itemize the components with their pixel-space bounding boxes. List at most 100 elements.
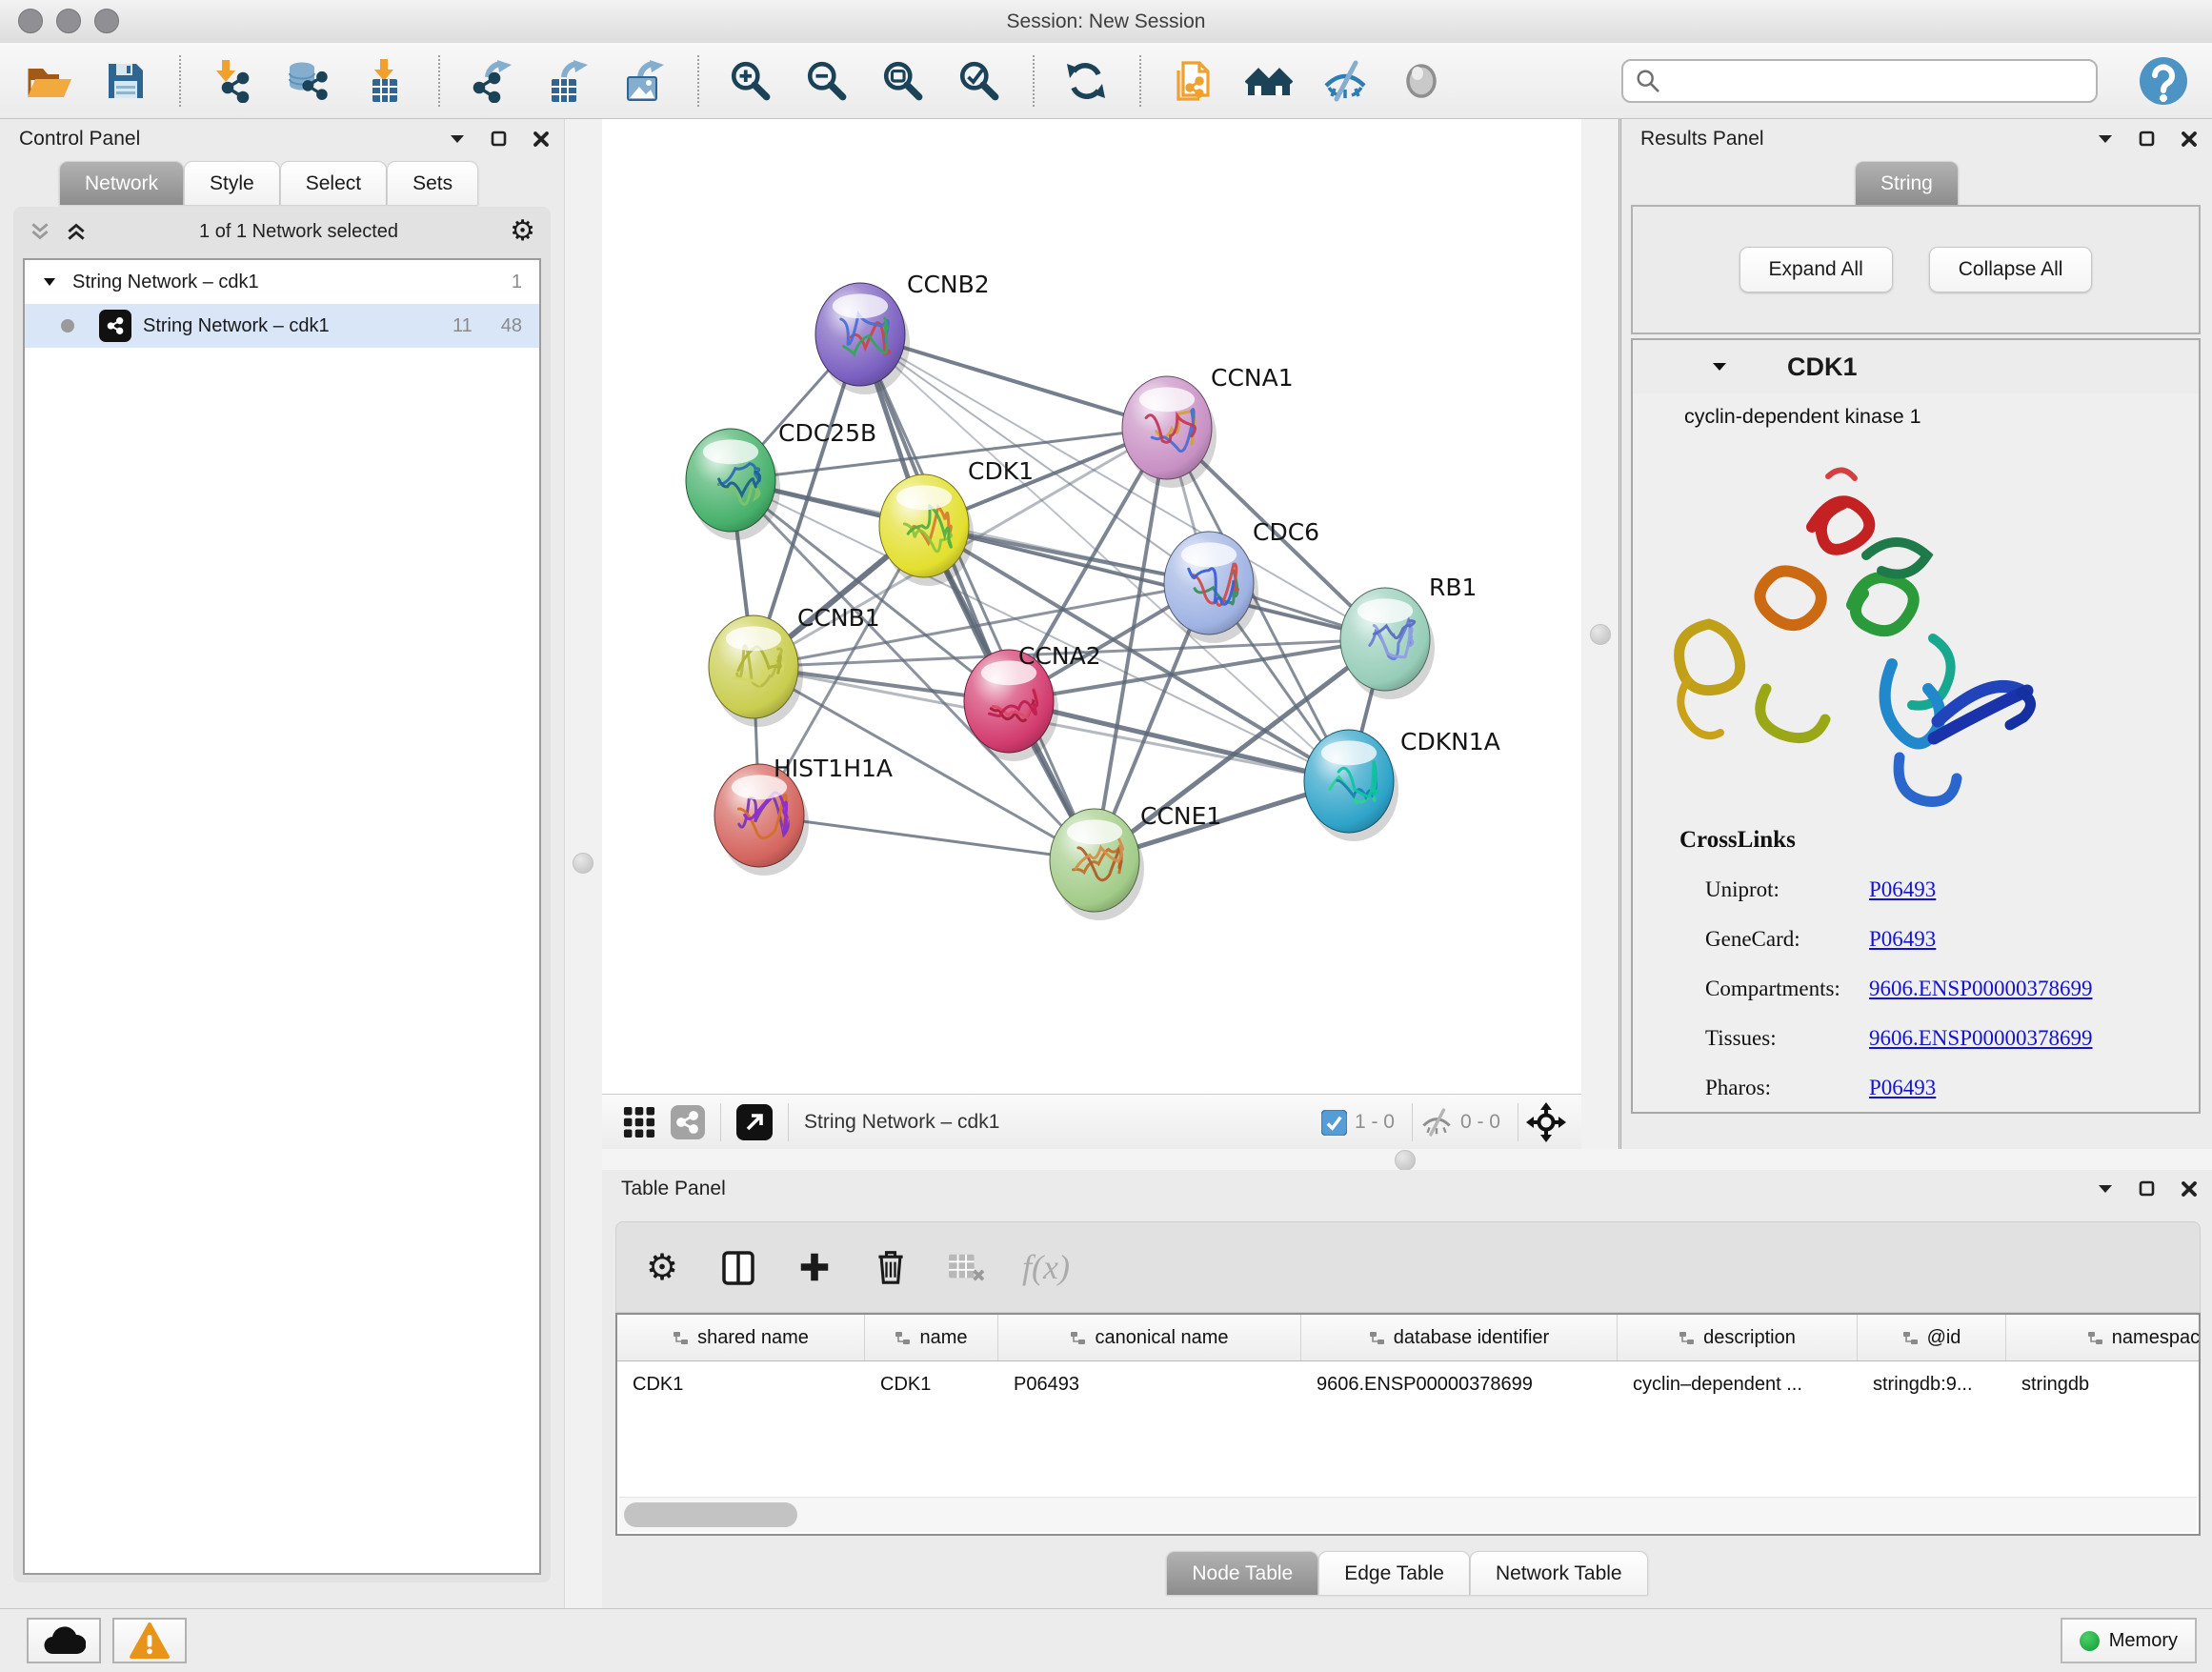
- new-network-from-selection-button[interactable]: [1166, 51, 1219, 111]
- show-columns-icon[interactable]: [717, 1246, 759, 1288]
- table-panel-float-icon[interactable]: [2138, 1179, 2157, 1199]
- refresh-network-button[interactable]: [1059, 51, 1113, 111]
- gene-section-header[interactable]: CDK1: [1633, 340, 2199, 394]
- expand-all-networks-icon[interactable]: [65, 220, 88, 243]
- tab-edge-table[interactable]: Edge Table: [1318, 1551, 1470, 1595]
- table-cell[interactable]: CDK1: [865, 1361, 998, 1407]
- results-panel-float-icon[interactable]: [2138, 130, 2157, 149]
- show-graphics-details-button[interactable]: [1395, 51, 1448, 111]
- hidden-eye-slash-icon[interactable]: [1420, 1107, 1453, 1138]
- crosslink-link[interactable]: P06493: [1869, 877, 1936, 902]
- network-collection-row[interactable]: String Network – cdk1 1: [25, 260, 539, 304]
- splitter-handle[interactable]: [1590, 624, 1611, 645]
- node-table[interactable]: shared namenamecanonical namedatabase id…: [615, 1313, 2201, 1536]
- network-node-CDC25B[interactable]: [686, 429, 780, 540]
- expand-all-button[interactable]: Expand All: [1739, 247, 1893, 292]
- results-panel-menu-icon[interactable]: [2096, 130, 2115, 149]
- gene-expander-icon[interactable]: [1711, 358, 1728, 375]
- zoom-fit-button[interactable]: [876, 51, 930, 111]
- save-session-button[interactable]: [99, 51, 152, 111]
- hide-selected-button[interactable]: [1318, 51, 1372, 111]
- collapse-all-button[interactable]: Collapse All: [1929, 247, 2093, 292]
- crosslink-link[interactable]: 9606.ENSP00000378699: [1869, 1026, 2093, 1051]
- detach-view-icon[interactable]: [736, 1104, 773, 1140]
- scrollbar-thumb[interactable]: [624, 1502, 797, 1527]
- import-table-from-file-button[interactable]: [358, 51, 412, 111]
- search-input[interactable]: [1661, 62, 2096, 100]
- column-header-name[interactable]: name: [865, 1315, 998, 1360]
- splitter-handle[interactable]: [573, 853, 593, 874]
- table-cell[interactable]: stringdb:9...: [1858, 1361, 2006, 1407]
- network-node-RB1[interactable]: [1340, 588, 1435, 699]
- tab-select[interactable]: Select: [280, 161, 387, 205]
- zoom-out-button[interactable]: [800, 51, 854, 111]
- column-header-description[interactable]: description: [1618, 1315, 1858, 1360]
- table-cell[interactable]: 9606.ENSP00000378699: [1301, 1361, 1618, 1407]
- vertical-splitter-left[interactable]: [564, 119, 604, 1608]
- crosslink-link[interactable]: P06493: [1869, 927, 1936, 952]
- warnings-button[interactable]: [112, 1618, 187, 1663]
- first-neighbors-button[interactable]: [1242, 51, 1296, 111]
- string-view-icon[interactable]: [671, 1105, 705, 1139]
- column-header--id[interactable]: @id: [1858, 1315, 2006, 1360]
- table-panel-close-icon[interactable]: [2180, 1179, 2199, 1199]
- collection-expander-icon[interactable]: [42, 274, 57, 290]
- network-node-CCNE1[interactable]: [1050, 809, 1144, 920]
- table-cell[interactable]: cyclin–dependent ...: [1618, 1361, 1858, 1407]
- network-manager-options-gear-icon[interactable]: ⚙: [510, 217, 535, 246]
- tab-node-table[interactable]: Node Table: [1166, 1551, 1318, 1595]
- network-canvas[interactable]: CCNB2CCNA1CDC25BCDK1CDC6RB1CCNB1CCNA2CDK…: [602, 119, 1581, 1094]
- table-row[interactable]: CDK1CDK1P064939606.ENSP00000378699cyclin…: [617, 1361, 2199, 1407]
- network-node-CDKN1A[interactable]: [1304, 730, 1398, 841]
- control-panel-close-icon[interactable]: [532, 130, 551, 149]
- tab-style[interactable]: Style: [184, 161, 280, 205]
- horizontal-splitter[interactable]: [602, 1149, 2212, 1171]
- network-node-CCNB1[interactable]: [709, 615, 803, 727]
- table-settings-gear-icon[interactable]: ⚙: [641, 1246, 683, 1288]
- network-node-CCNB2[interactable]: [815, 283, 910, 394]
- memory-button[interactable]: Memory: [2061, 1618, 2197, 1663]
- control-panel-float-icon[interactable]: [490, 130, 509, 149]
- tab-network-table[interactable]: Network Table: [1470, 1551, 1648, 1595]
- birds-eye-view-icon[interactable]: [1526, 1102, 1566, 1142]
- splitter-handle[interactable]: [1395, 1150, 1416, 1171]
- export-network-button[interactable]: [465, 51, 518, 111]
- grid-view-icon[interactable]: [623, 1106, 655, 1138]
- export-table-button[interactable]: [541, 51, 594, 111]
- import-network-from-database-button[interactable]: [282, 51, 335, 111]
- tab-string[interactable]: String: [1855, 161, 1959, 205]
- zoom-selected-button[interactable]: [953, 51, 1006, 111]
- control-panel-menu-icon[interactable]: [448, 130, 467, 149]
- column-header-namespace[interactable]: namespace: [2006, 1315, 2201, 1360]
- network-node-CCNA1[interactable]: [1122, 376, 1217, 488]
- help-button[interactable]: [2138, 55, 2189, 107]
- column-header-shared-name[interactable]: shared name: [617, 1315, 865, 1360]
- zoom-in-button[interactable]: [724, 51, 777, 111]
- column-header-canonical-name[interactable]: canonical name: [998, 1315, 1301, 1360]
- crosslink-link[interactable]: P06493: [1869, 1076, 1936, 1100]
- edge-HIST1H1A-CCNE1[interactable]: [759, 816, 1095, 860]
- cloud-status-button[interactable]: [27, 1618, 101, 1663]
- import-network-from-file-button[interactable]: [206, 51, 259, 111]
- selected-count-checkbox-icon[interactable]: [1321, 1110, 1347, 1136]
- table-cell[interactable]: CDK1: [617, 1361, 865, 1407]
- network-node-CDK1[interactable]: [879, 474, 974, 586]
- vertical-splitter-right[interactable]: [1581, 119, 1621, 1149]
- edge-CCNB2-CCNE1[interactable]: [860, 334, 1095, 860]
- table-horizontal-scrollbar[interactable]: [619, 1497, 2197, 1532]
- export-image-button[interactable]: [617, 51, 671, 111]
- edge-CCNA2-CDKN1A[interactable]: [1009, 701, 1349, 781]
- search-box[interactable]: [1621, 59, 2098, 103]
- collapse-all-networks-icon[interactable]: [29, 220, 51, 243]
- tab-sets[interactable]: Sets: [387, 161, 478, 205]
- crosslink-link[interactable]: 9606.ENSP00000378699: [1869, 977, 2093, 1001]
- results-panel-close-icon[interactable]: [2180, 130, 2199, 149]
- network-row-selected[interactable]: String Network – cdk1 11 48: [25, 304, 539, 348]
- function-builder-button[interactable]: f(x): [1022, 1247, 1070, 1287]
- column-header-database-identifier[interactable]: database identifier: [1301, 1315, 1618, 1360]
- table-panel-menu-icon[interactable]: [2096, 1179, 2115, 1199]
- table-cell[interactable]: P06493: [998, 1361, 1301, 1407]
- add-column-icon[interactable]: [794, 1246, 835, 1288]
- tab-network[interactable]: Network: [59, 161, 184, 205]
- open-session-button[interactable]: [23, 51, 76, 111]
